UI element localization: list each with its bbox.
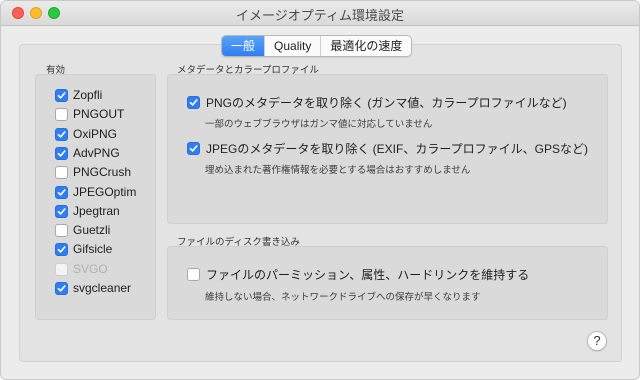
- tool-label-svgcleaner: svgcleaner: [73, 281, 132, 295]
- tool-checkbox-pngcrush[interactable]: [55, 165, 68, 179]
- tab-bar: 一般 Quality 最適化の速度: [221, 35, 413, 57]
- tool-checkbox-pngout[interactable]: [55, 107, 68, 121]
- tool-label-guetzli: Guetzli: [73, 223, 111, 237]
- strip-jpeg-metadata-label: JPEGのメタデータを取り除く (EXIF、カラープロファイル、GPSなど): [206, 142, 588, 156]
- tool-label-pngout: PNGOUT: [73, 107, 125, 121]
- disk-box: [167, 246, 608, 320]
- tool-checkbox-svgo: [55, 262, 68, 276]
- tab-optimization-speed[interactable]: 最適化の速度: [320, 36, 411, 56]
- tab-general[interactable]: 一般: [222, 36, 265, 56]
- tool-option-guetzli[interactable]: Guetzli: [55, 223, 110, 237]
- tool-checkbox-zopfli[interactable]: [55, 88, 68, 102]
- tool-option-pngcrush[interactable]: PNGCrush: [55, 165, 131, 179]
- tool-option-jpegoptim[interactable]: JPEGOptim: [55, 185, 136, 199]
- tool-checkbox-jpegtran[interactable]: [55, 204, 68, 218]
- tool-label-gifsicle: Gifsicle: [73, 242, 113, 256]
- tab-quality[interactable]: Quality: [264, 36, 320, 56]
- help-button[interactable]: ?: [587, 331, 607, 351]
- tool-option-oxipng[interactable]: OxiPNG: [55, 127, 117, 141]
- preserve-permissions-checkbox[interactable]: [187, 268, 200, 281]
- tool-label-pngcrush: PNGCrush: [73, 165, 132, 179]
- checkmark-icon: [57, 245, 66, 253]
- tool-label-zopfli: Zopfli: [73, 88, 103, 102]
- checkmark-icon: [189, 145, 198, 152]
- tool-checkbox-svgcleaner[interactable]: [55, 281, 68, 295]
- checkmark-icon: [57, 284, 66, 292]
- checkmark-icon: [57, 149, 66, 157]
- strip-jpeg-metadata-description: 埋め込まれた著作権情報を必要とする場合はおすすめしません: [205, 165, 471, 176]
- checkmark-icon: [57, 91, 66, 99]
- checkmark-icon: [57, 207, 66, 215]
- strip-jpeg-metadata-checkbox[interactable]: [187, 142, 200, 155]
- tool-option-jpegtran[interactable]: Jpegtran: [55, 204, 120, 218]
- checkmark-icon: [189, 99, 198, 106]
- tool-option-advpng[interactable]: AdvPNG: [55, 146, 120, 160]
- preserve-permissions-option[interactable]: ファイルのパーミッション、属性、ハードリンクを維持する: [187, 266, 529, 283]
- checkmark-icon: [57, 188, 66, 196]
- tool-option-zopfli[interactable]: Zopfli: [55, 88, 102, 102]
- strip-png-metadata-description: 一部のウェブブラウザはガンマ値に対応していません: [205, 119, 433, 130]
- preferences-window: イメージオプティム環境設定 一般 Quality 最適化の速度 有効 Zopfl…: [0, 0, 640, 380]
- tool-checkbox-oxipng[interactable]: [55, 127, 68, 141]
- preserve-permissions-label: ファイルのパーミッション、属性、ハードリンクを維持する: [206, 268, 530, 282]
- tool-option-svgcleaner[interactable]: svgcleaner: [55, 281, 131, 295]
- tool-checkbox-gifsicle[interactable]: [55, 242, 68, 256]
- title-bar: イメージオプティム環境設定: [1, 1, 639, 26]
- tool-label-jpegtran: Jpegtran: [73, 204, 120, 218]
- strip-png-metadata-label: PNGのメタデータを取り除く (ガンマ値、カラープロファイルなど): [206, 96, 567, 110]
- tool-option-pngout[interactable]: PNGOUT: [55, 107, 124, 121]
- tool-option-svgo: SVGO: [55, 262, 108, 276]
- tool-label-advpng: AdvPNG: [73, 146, 120, 160]
- tool-checkbox-advpng[interactable]: [55, 146, 68, 160]
- window-title: イメージオプティム環境設定: [236, 8, 404, 23]
- checkmark-icon: [57, 130, 66, 138]
- tool-checkbox-jpegoptim[interactable]: [55, 185, 68, 199]
- strip-png-metadata-option[interactable]: PNGのメタデータを取り除く (ガンマ値、カラープロファイルなど): [187, 94, 567, 111]
- tool-label-jpegoptim: JPEGOptim: [73, 185, 137, 199]
- tool-checkbox-guetzli[interactable]: [55, 223, 68, 237]
- strip-jpeg-metadata-option[interactable]: JPEGのメタデータを取り除く (EXIF、カラープロファイル、GPSなど): [187, 140, 588, 157]
- tool-label-oxipng: OxiPNG: [73, 127, 118, 141]
- tool-option-gifsicle[interactable]: Gifsicle: [55, 242, 112, 256]
- strip-png-metadata-checkbox[interactable]: [187, 96, 200, 109]
- preserve-permissions-description: 維持しない場合、ネットワークドライブへの保存が早くなります: [205, 292, 481, 303]
- tool-label-svgo: SVGO: [73, 262, 108, 276]
